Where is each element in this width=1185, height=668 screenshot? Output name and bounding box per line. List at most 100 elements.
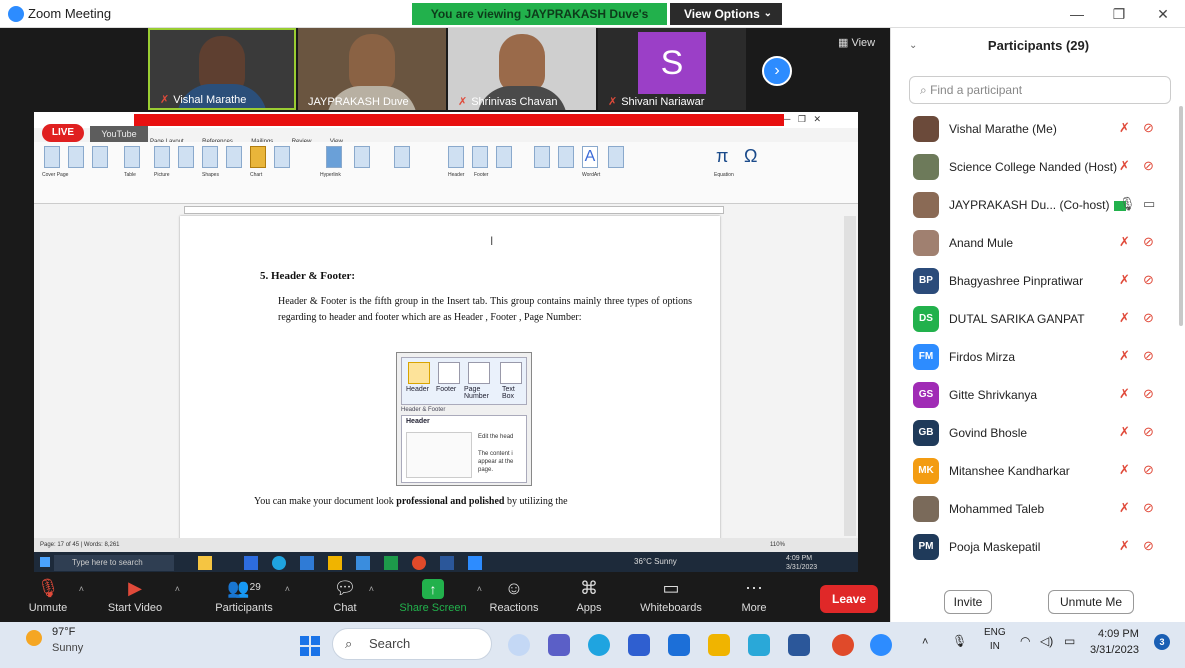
page-number-icon[interactable] bbox=[496, 146, 512, 168]
quick-parts-icon[interactable] bbox=[558, 146, 574, 168]
table-icon[interactable] bbox=[124, 146, 140, 168]
bookmark-icon[interactable] bbox=[354, 146, 370, 168]
ribbon-label: Header bbox=[448, 172, 465, 178]
chevron-up-icon[interactable]: ˄ bbox=[285, 584, 290, 594]
chevron-down-icon: ⌄ bbox=[763, 8, 772, 19]
unmute-button[interactable]: 🎙︎ Unmute ˄ bbox=[26, 578, 84, 614]
next-page-button[interactable]: › bbox=[762, 56, 792, 86]
video-thumbnail[interactable]: ✗ Shrinivas Chavan bbox=[448, 28, 596, 110]
chevron-up-icon[interactable]: ˄ bbox=[369, 584, 374, 594]
video-icon: ▭ bbox=[1143, 196, 1156, 211]
app-icon[interactable] bbox=[508, 634, 530, 656]
unmute-me-button[interactable]: Unmute Me bbox=[1048, 590, 1134, 614]
share-screen-button[interactable]: ↑ Share Screen ˄ bbox=[398, 578, 482, 614]
participant-row[interactable]: PM Pooja Maskepatil ✗ ⊘ bbox=[891, 528, 1181, 566]
weather-description[interactable]: Sunny bbox=[52, 642, 83, 654]
page-break-icon[interactable] bbox=[92, 146, 108, 168]
video-thumbnail[interactable]: ✗ Vishal Marathe bbox=[148, 28, 296, 110]
language-indicator[interactable]: ENG IN bbox=[984, 626, 1006, 654]
word-vertical-scrollbar[interactable] bbox=[844, 216, 856, 536]
chart-icon[interactable] bbox=[250, 146, 266, 168]
equation-icon[interactable]: π bbox=[716, 146, 728, 167]
cover-page-icon[interactable] bbox=[44, 146, 60, 168]
app-icon[interactable] bbox=[748, 634, 770, 656]
taskbar-search-label: Search bbox=[369, 636, 411, 651]
participant-row[interactable]: BP Bhagyashree Pinpratiwar ✗ ⊘ bbox=[891, 262, 1181, 300]
weather-sun-icon[interactable] bbox=[26, 630, 42, 646]
participant-row[interactable]: Science College Nanded (Host) ✗ ⊘ bbox=[891, 148, 1181, 186]
document-page[interactable]: I 5. Header & Footer: Header & Footer is… bbox=[180, 216, 720, 552]
participant-row[interactable]: GS Gitte Shrivkanya ✗ ⊘ bbox=[891, 376, 1181, 414]
view-options-button[interactable]: View Options ⌄ bbox=[670, 3, 782, 25]
inset-group-label: Header & Footer bbox=[401, 407, 446, 413]
folder-icon[interactable] bbox=[708, 634, 730, 656]
minimize-button[interactable]: — bbox=[1062, 4, 1092, 24]
drop-cap-icon[interactable] bbox=[608, 146, 624, 168]
whiteboards-button[interactable]: ▭ Whiteboards bbox=[636, 578, 706, 614]
wifi-icon[interactable]: ◠ bbox=[1020, 634, 1030, 648]
cross-reference-icon[interactable] bbox=[394, 146, 410, 168]
video-thumbnail[interactable]: S ✗ Shivani Nariawar bbox=[598, 28, 746, 110]
view-button[interactable]: ▦ View bbox=[838, 36, 875, 49]
shapes-icon[interactable] bbox=[202, 146, 218, 168]
avatar-initial: S bbox=[638, 32, 706, 94]
word-icon[interactable] bbox=[788, 634, 810, 656]
zoom-icon[interactable] bbox=[870, 634, 892, 656]
chevron-up-icon[interactable]: ˄ bbox=[175, 584, 180, 594]
doc-text: by utilizing the bbox=[504, 496, 568, 507]
mic-icon[interactable]: 🎙︎ bbox=[952, 634, 967, 648]
participant-row[interactable]: Anand Mule ✗ ⊘ bbox=[891, 224, 1181, 262]
more-button[interactable]: ⋯ More bbox=[738, 578, 770, 614]
chevron-up-icon[interactable]: ˄ bbox=[477, 584, 482, 594]
chat-button[interactable]: 💬︎ Chat ˄ bbox=[330, 578, 374, 614]
symbol-icon[interactable]: Ω bbox=[744, 146, 757, 167]
store-icon[interactable] bbox=[628, 634, 650, 656]
smartart-icon[interactable] bbox=[226, 146, 242, 168]
notification-badge[interactable]: 3 bbox=[1154, 634, 1170, 650]
avatar: GB bbox=[913, 420, 939, 446]
zoom-app-icon bbox=[8, 6, 24, 22]
ribbon-label: Equation bbox=[714, 172, 734, 178]
taskbar-search[interactable]: ⌕ Search bbox=[332, 628, 492, 660]
reactions-button[interactable]: ☺ Reactions bbox=[486, 578, 542, 614]
taskbar-clock[interactable]: 4:09 PM 3/31/2023 bbox=[1090, 626, 1139, 658]
participant-row[interactable]: JAYPRAKASH Du... (Co-host) 🎙︎ ▭ bbox=[891, 186, 1181, 224]
video-thumbnail[interactable]: JAYPRAKASH Duve bbox=[298, 28, 446, 110]
participant-row[interactable]: FM Firdos Mirza ✗ ⊘ bbox=[891, 338, 1181, 376]
start-video-button[interactable]: ▶ Start Video ˄ bbox=[104, 578, 180, 614]
chrome-icon[interactable] bbox=[832, 634, 854, 656]
battery-icon[interactable]: ▭ bbox=[1064, 634, 1075, 648]
maximize-button[interactable]: ❐ bbox=[1104, 4, 1134, 24]
participant-row[interactable]: Mohammed Taleb ✗ ⊘ bbox=[891, 490, 1181, 528]
mail-icon[interactable] bbox=[668, 634, 690, 656]
participants-button[interactable]: 👥29 Participants ˄ bbox=[212, 578, 290, 614]
chat-icon: 💬︎ bbox=[333, 578, 357, 598]
wordart-icon[interactable]: A bbox=[582, 146, 598, 168]
weather-temperature[interactable]: 97°F bbox=[52, 626, 75, 638]
hyperlink-icon[interactable] bbox=[326, 146, 342, 168]
invite-button[interactable]: Invite bbox=[944, 590, 992, 614]
participant-row[interactable]: DS DUTAL SARIKA GANPAT ✗ ⊘ bbox=[891, 300, 1181, 338]
participant-row[interactable]: MK Mitanshee Kandharkar ✗ ⊘ bbox=[891, 452, 1181, 490]
screenshot-icon[interactable] bbox=[274, 146, 290, 168]
participant-row[interactable]: Vishal Marathe (Me) ✗ ⊘ bbox=[891, 110, 1181, 148]
leave-button[interactable]: Leave bbox=[820, 585, 878, 613]
window-title: Zoom Meeting bbox=[28, 6, 112, 21]
word-status-bar: Page: 17 of 45 | Words: 8,261 110% bbox=[34, 538, 858, 552]
picture-icon[interactable] bbox=[154, 146, 170, 168]
teams-icon[interactable] bbox=[548, 634, 570, 656]
windows-start-icon[interactable] bbox=[300, 636, 320, 656]
close-button[interactable]: ✕ bbox=[1148, 4, 1178, 24]
find-participant-input[interactable]: ⌕ Find a participant bbox=[909, 76, 1171, 104]
participant-row[interactable]: GB Govind Bhosle ✗ ⊘ bbox=[891, 414, 1181, 452]
tray-chevron-icon[interactable]: ˄ bbox=[922, 636, 928, 648]
text-box-icon[interactable] bbox=[534, 146, 550, 168]
volume-icon[interactable]: ◁) bbox=[1040, 634, 1053, 648]
clip-art-icon[interactable] bbox=[178, 146, 194, 168]
apps-button[interactable]: ⌘ Apps bbox=[574, 578, 604, 614]
header-icon[interactable] bbox=[448, 146, 464, 168]
footer-icon[interactable] bbox=[472, 146, 488, 168]
blank-page-icon[interactable] bbox=[68, 146, 84, 168]
edge-icon[interactable] bbox=[588, 634, 610, 656]
chevron-up-icon[interactable]: ˄ bbox=[79, 584, 84, 594]
